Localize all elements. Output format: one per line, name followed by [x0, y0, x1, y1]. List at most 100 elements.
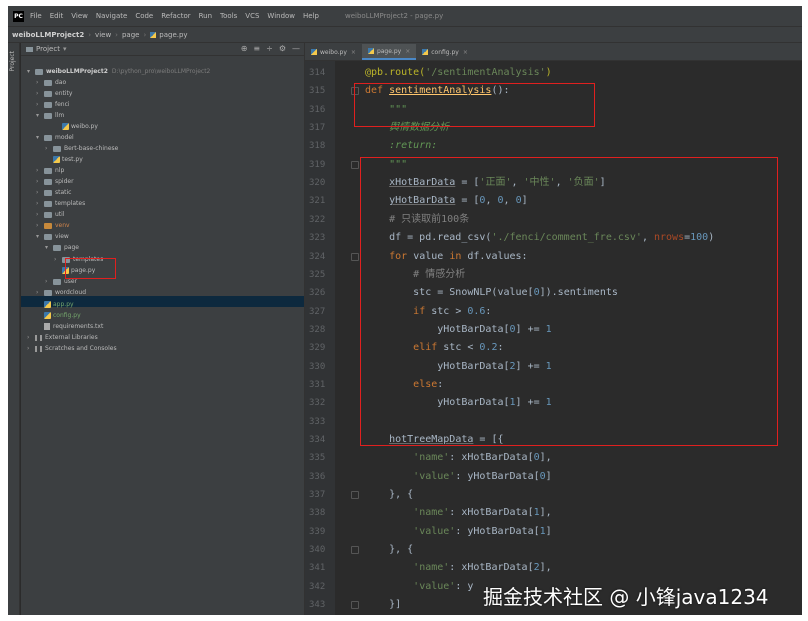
- tree-item[interactable]: ▾ llm: [36, 110, 64, 121]
- tab-page[interactable]: page.py ×: [361, 44, 417, 60]
- breadcrumb-separator: ›: [88, 30, 92, 39]
- menu-view[interactable]: View: [71, 12, 88, 20]
- chevron-right-icon[interactable]: ›: [36, 211, 44, 218]
- chevron-down-icon[interactable]: ▾: [27, 68, 35, 75]
- breadcrumb-file[interactable]: page.py: [159, 31, 187, 39]
- code-line[interactable]: }, {: [365, 541, 413, 559]
- project-panel-title[interactable]: Project: [36, 45, 60, 53]
- menu-window[interactable]: Window: [267, 12, 295, 20]
- chevron-down-icon[interactable]: ▾: [36, 134, 44, 141]
- tree-item[interactable]: › Bert-base-chinese: [45, 143, 118, 154]
- tree-item[interactable]: › nlp: [36, 165, 64, 176]
- line-number: 324: [309, 251, 326, 262]
- fold-marker-icon[interactable]: [351, 252, 359, 261]
- chevron-down-icon[interactable]: ▾: [45, 244, 53, 251]
- menu-edit[interactable]: Edit: [50, 12, 64, 20]
- chevron-right-icon[interactable]: ›: [45, 278, 53, 285]
- expand-all-icon[interactable]: ≡: [253, 44, 260, 53]
- close-icon[interactable]: ×: [351, 49, 356, 56]
- chevron-right-icon[interactable]: ›: [36, 200, 44, 207]
- code-line[interactable]: 'value': yHotBarData[0]: [365, 468, 552, 486]
- line-number: 333: [309, 416, 326, 427]
- chevron-right-icon[interactable]: ›: [36, 167, 44, 174]
- code-line[interactable]: :return:: [365, 137, 437, 155]
- chevron-right-icon[interactable]: ›: [27, 334, 35, 341]
- code-line[interactable]: 'value': yHotBarData[1]: [365, 523, 552, 541]
- chevron-right-icon[interactable]: ›: [36, 189, 44, 196]
- pycharm-logo-icon: PC: [13, 10, 24, 22]
- tree-item[interactable]: weibo.py: [54, 121, 98, 132]
- dropdown-icon[interactable]: ▾: [63, 45, 67, 53]
- fold-marker-icon[interactable]: [351, 601, 359, 610]
- tree-item[interactable]: › spider: [36, 176, 74, 187]
- tree-item[interactable]: requirements.txt: [36, 321, 103, 332]
- menu-vcs[interactable]: VCS: [245, 12, 259, 20]
- tree-item[interactable]: test.py: [45, 154, 83, 165]
- chevron-right-icon[interactable]: ›: [45, 145, 53, 152]
- tree-item[interactable]: › dao: [36, 77, 66, 88]
- close-icon[interactable]: ×: [405, 48, 410, 55]
- ide-window: PC File Edit View Navigate Code Refactor…: [8, 6, 802, 615]
- chevron-right-icon[interactable]: ›: [36, 178, 44, 185]
- chevron-right-icon[interactable]: ›: [36, 79, 44, 86]
- tree-item[interactable]: ▾ weiboLLMProject2 D:\python_pro\weiboLLMP…: [27, 66, 210, 77]
- tree-item[interactable]: › External Libraries: [27, 332, 98, 343]
- fold-marker-icon[interactable]: [351, 491, 359, 500]
- menu-help[interactable]: Help: [303, 12, 319, 20]
- menu-tools[interactable]: Tools: [220, 12, 237, 20]
- menu-navigate[interactable]: Navigate: [96, 12, 127, 20]
- code-line[interactable]: 'name': xHotBarData[0],: [365, 449, 552, 467]
- chevron-down-icon[interactable]: ▾: [36, 112, 44, 119]
- collapse-all-icon[interactable]: ÷: [266, 44, 273, 53]
- code-line[interactable]: 'name': xHotBarData[1],: [365, 504, 552, 522]
- menu-run[interactable]: Run: [199, 12, 212, 20]
- gear-icon[interactable]: ⚙: [279, 44, 286, 53]
- breadcrumb-project[interactable]: weiboLLMProject2: [12, 31, 84, 39]
- chevron-right-icon[interactable]: ›: [36, 222, 44, 229]
- fold-marker-icon[interactable]: [351, 160, 359, 169]
- close-icon[interactable]: ×: [463, 49, 468, 56]
- code-line[interactable]: 'name': xHotBarData[2],: [365, 559, 552, 577]
- breadcrumb-view[interactable]: view: [95, 31, 111, 39]
- tree-item[interactable]: › static: [36, 187, 71, 198]
- tree-item[interactable]: › entity: [36, 88, 72, 99]
- code-line[interactable]: }, {: [365, 486, 413, 504]
- tree-item-label: model: [55, 134, 74, 141]
- tree-item[interactable]: › wordcloud: [36, 287, 86, 298]
- tree-item[interactable]: › Scratches and Consoles: [27, 343, 117, 354]
- breadcrumb-separator: ›: [115, 30, 118, 39]
- breadcrumb-page[interactable]: page: [122, 31, 139, 39]
- python-file-icon: [367, 48, 374, 54]
- chevron-right-icon[interactable]: ›: [36, 289, 44, 296]
- hide-icon[interactable]: —: [292, 44, 300, 53]
- tree-item[interactable]: config.py: [36, 310, 81, 321]
- tree-item-label: llm: [55, 112, 65, 119]
- code-line[interactable]: @pb.route('/sentimentAnalysis'): [365, 64, 552, 82]
- chevron-down-icon[interactable]: ▾: [36, 233, 44, 240]
- tree-item[interactable]: ▾ model: [36, 132, 74, 143]
- tree-item[interactable]: ▾ view: [36, 231, 69, 242]
- chevron-right-icon[interactable]: ›: [36, 90, 44, 97]
- tree-item[interactable]: › util: [36, 209, 65, 220]
- tab-config[interactable]: config.py ×: [416, 44, 474, 60]
- code-line[interactable]: 'value': y: [365, 578, 473, 596]
- menu-file[interactable]: File: [30, 12, 42, 20]
- tree-item[interactable]: › templates: [36, 198, 85, 209]
- menu-code[interactable]: Code: [135, 12, 153, 20]
- tree-item[interactable]: app.py: [36, 299, 74, 310]
- chevron-right-icon[interactable]: ›: [54, 256, 62, 263]
- tab-weibo[interactable]: weibo.py ×: [305, 44, 362, 60]
- tree-item[interactable]: › venv: [36, 220, 70, 231]
- tree-item-label: venv: [55, 222, 70, 229]
- menu-refactor[interactable]: Refactor: [161, 12, 190, 20]
- project-tool-button[interactable]: Project: [9, 51, 16, 72]
- code-editor[interactable]: weibo.py × page.py × config.py × 314 315 3…: [304, 43, 802, 615]
- folder-icon: [53, 244, 61, 251]
- chevron-right-icon[interactable]: ›: [36, 101, 44, 108]
- code-line[interactable]: }]: [365, 596, 401, 614]
- tree-item[interactable]: ▾ page: [45, 242, 79, 253]
- chevron-right-icon[interactable]: ›: [27, 345, 35, 352]
- tree-item[interactable]: › fenci: [36, 99, 70, 110]
- fold-marker-icon[interactable]: [351, 546, 359, 555]
- locate-icon[interactable]: ⊕: [241, 44, 248, 53]
